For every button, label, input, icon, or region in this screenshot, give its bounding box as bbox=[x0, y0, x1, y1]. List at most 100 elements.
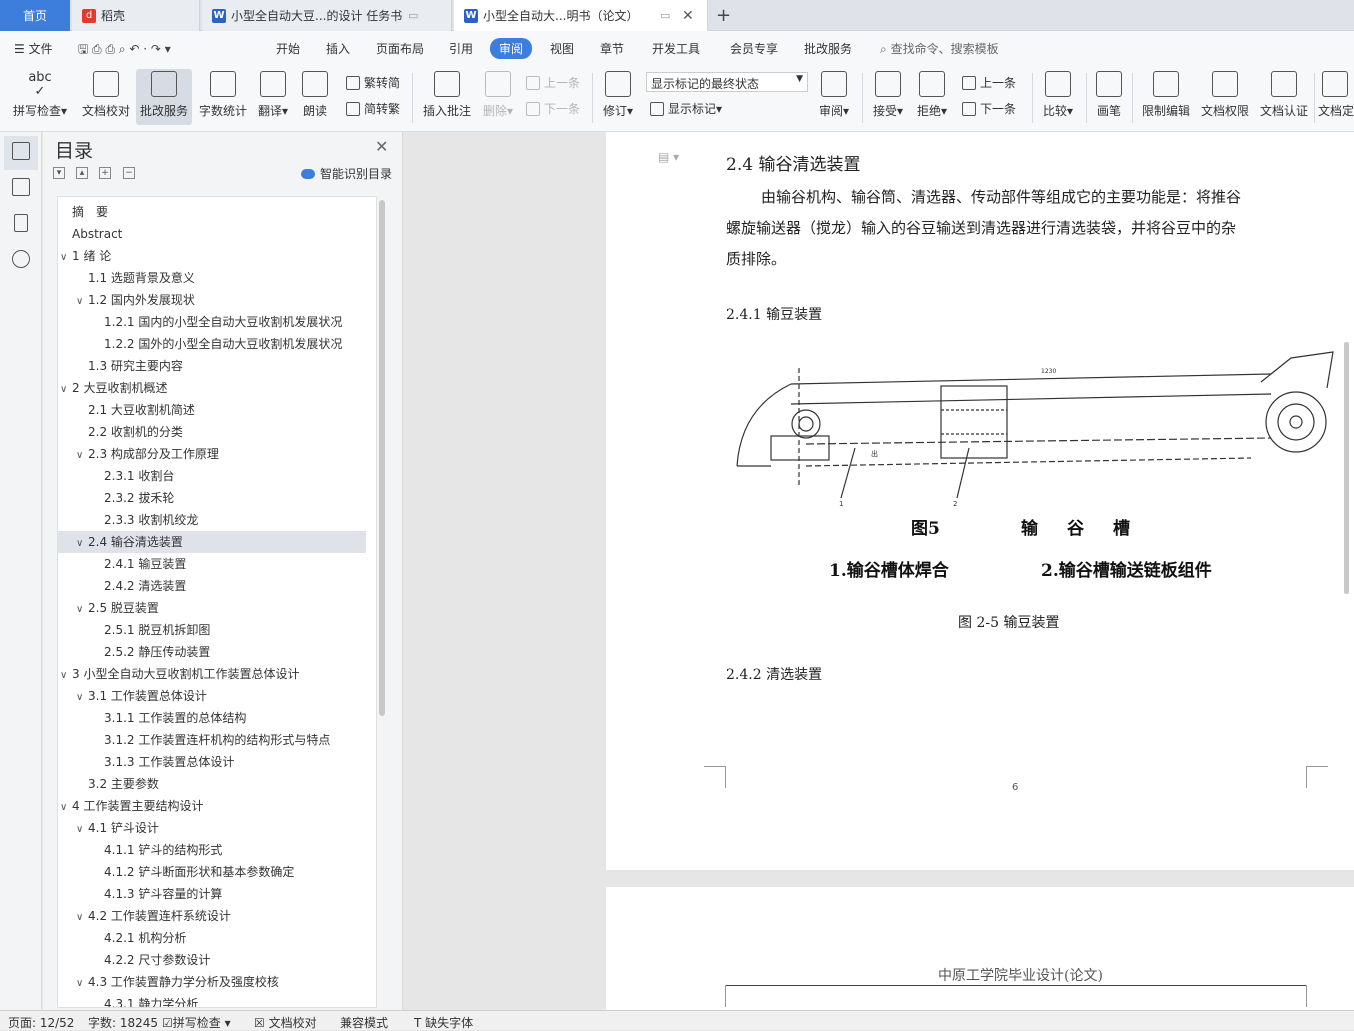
spell-check-toggle[interactable]: ☑拼写检查 ▾ bbox=[162, 1014, 231, 1031]
toc-item[interactable]: ∨ 3.1 工作装置总体设计 bbox=[76, 685, 207, 707]
menu-layout[interactable]: 页面布局 bbox=[376, 40, 424, 57]
accept-button[interactable]: 接受▾ bbox=[870, 71, 906, 119]
tab-close-icon[interactable]: ✕ bbox=[682, 8, 694, 24]
toc-item[interactable]: 2.1 大豆收割机简述 bbox=[88, 399, 195, 421]
toc-item[interactable]: 摘 要 bbox=[72, 201, 108, 223]
doc-proof-button[interactable]: 文档校对 bbox=[78, 71, 134, 119]
quick-access-icons[interactable]: 🖫 ⎙ ⎙ ⌕ ↶ · ↷ ▾ bbox=[78, 40, 171, 61]
remove-level-icon[interactable]: − bbox=[123, 167, 135, 179]
toc-item[interactable]: ∨ 4 工作装置主要结构设计 bbox=[60, 795, 203, 817]
toc-item[interactable]: 1.2.1 国内的小型全自动大豆收割机发展状况 bbox=[104, 311, 342, 333]
next-comment-button[interactable]: 下一条 bbox=[526, 100, 580, 117]
toc-item[interactable]: 3.1.2 工作装置连杆机构的结构形式与特点 bbox=[104, 729, 330, 751]
menu-correction[interactable]: 批改服务 bbox=[804, 40, 852, 57]
command-search[interactable]: ⌕ 查找命令、搜索模板 bbox=[880, 40, 999, 57]
toc-item[interactable]: ∨ 2.4 输谷清选装置 bbox=[58, 531, 366, 553]
smart-toc-button[interactable]: 智能识别目录 bbox=[301, 165, 392, 182]
toc-icon[interactable] bbox=[12, 142, 30, 160]
toc-item[interactable]: 3.1.1 工作装置的总体结构 bbox=[104, 707, 246, 729]
prev-change-button[interactable]: 上一条 bbox=[962, 74, 1016, 91]
new-tab-button[interactable]: + bbox=[716, 0, 731, 31]
menu-insert[interactable]: 插入 bbox=[326, 40, 350, 57]
close-icon[interactable]: ✕ bbox=[375, 137, 388, 156]
toc-item[interactable]: ∨ 2.3 构成部分及工作原理 bbox=[76, 443, 219, 465]
toc-item[interactable]: ∨ 4.2 工作装置连杆系统设计 bbox=[76, 905, 231, 927]
markup-state-select[interactable]: 显示标记的最终状态 ▼ bbox=[646, 72, 808, 92]
insert-comment-button[interactable]: 插入批注 bbox=[422, 71, 472, 119]
prev-comment-button[interactable]: 上一条 bbox=[526, 74, 580, 91]
chevron-down-icon[interactable]: ∨ bbox=[60, 797, 72, 819]
page-indicator[interactable]: 页面: 12/52 bbox=[8, 1014, 74, 1031]
toc-item[interactable]: 4.2.1 机构分析 bbox=[104, 927, 186, 949]
translate-button[interactable]: 翻译▾ bbox=[255, 71, 291, 119]
restrict-edit-button[interactable]: 限制编辑 bbox=[1140, 71, 1192, 119]
add-level-icon[interactable]: + bbox=[99, 167, 111, 179]
bookmark-icon[interactable] bbox=[14, 214, 28, 232]
toc-item[interactable]: 3.2 主要参数 bbox=[88, 773, 159, 795]
toc-item[interactable]: 4.2.2 尺寸参数设计 bbox=[104, 949, 210, 971]
toc-item[interactable]: ∨ 1 绪 论 bbox=[60, 245, 111, 267]
spell-check-button[interactable]: abc ✓ 拼写检查▾ bbox=[10, 71, 70, 119]
menu-view[interactable]: 视图 bbox=[550, 40, 574, 57]
toc-scrollbar[interactable] bbox=[379, 200, 385, 716]
doc-scrollbar[interactable] bbox=[1344, 342, 1349, 594]
delete-comment-button[interactable]: 删除▾ bbox=[480, 71, 516, 119]
chevron-down-icon[interactable]: ∨ bbox=[76, 445, 88, 467]
expand-up-icon[interactable]: ▴ bbox=[76, 167, 88, 179]
toc-item[interactable]: 1.1 选题背景及意义 bbox=[88, 267, 195, 289]
chevron-down-icon[interactable]: ∨ bbox=[60, 665, 72, 687]
toc-item[interactable]: 2.2 收割机的分类 bbox=[88, 421, 183, 443]
menu-references[interactable]: 引用 bbox=[449, 40, 473, 57]
simp-to-trad-button[interactable]: 简转繁 bbox=[346, 100, 400, 117]
menu-chapter[interactable]: 章节 bbox=[600, 40, 624, 57]
toc-item[interactable]: 2.3.3 收割机绞龙 bbox=[104, 509, 198, 531]
collapse-all-icon[interactable]: ▾ bbox=[53, 167, 65, 179]
pen-button[interactable]: 画笔 bbox=[1094, 71, 1124, 119]
toc-item[interactable]: ∨ 2 大豆收割机概述 bbox=[60, 377, 167, 399]
toc-item[interactable]: Abstract bbox=[72, 223, 122, 245]
toc-item[interactable]: 2.4.1 输豆装置 bbox=[104, 553, 186, 575]
review-pane-button[interactable]: 审阅▾ bbox=[816, 71, 852, 119]
toc-item[interactable]: 4.3.1 静力学分析 bbox=[104, 993, 198, 1007]
toc-item[interactable]: 4.1.2 铲斗断面形状和基本参数确定 bbox=[104, 861, 294, 883]
toc-item[interactable]: 2.3.1 收割台 bbox=[104, 465, 174, 487]
read-aloud-button[interactable]: 朗读 bbox=[300, 71, 330, 119]
track-changes-button[interactable]: 修订▾ bbox=[600, 71, 636, 119]
doc-finalize-button[interactable]: 文档定 bbox=[1318, 71, 1354, 119]
toc-item[interactable]: ∨ 4.1 铲斗设计 bbox=[76, 817, 159, 839]
word-count-button[interactable]: 字数统计 bbox=[197, 71, 249, 119]
toc-item[interactable]: 2.5.1 脱豆机拆卸图 bbox=[104, 619, 210, 641]
menu-member[interactable]: 会员专享 bbox=[730, 40, 778, 57]
missing-font-button[interactable]: T 缺失字体 bbox=[414, 1014, 473, 1031]
toc-item[interactable]: 1.2.2 国外的小型全自动大豆收割机发展状况 bbox=[104, 333, 342, 355]
chevron-down-icon[interactable]: ∨ bbox=[76, 973, 88, 995]
outline-icon[interactable] bbox=[12, 178, 30, 196]
toc-item[interactable]: ∨ 4.3 工作装置静力学分析及强度校核 bbox=[76, 971, 279, 993]
chevron-down-icon[interactable]: ∨ bbox=[76, 533, 88, 555]
toc-item[interactable]: 2.5.2 静压传动装置 bbox=[104, 641, 210, 663]
doc-permission-button[interactable]: 文档权限 bbox=[1199, 71, 1251, 119]
toc-item[interactable]: 4.1.3 铲斗容量的计算 bbox=[104, 883, 222, 905]
toc-item[interactable]: 2.3.2 拔禾轮 bbox=[104, 487, 174, 509]
toc-item[interactable]: 2.4.2 清选装置 bbox=[104, 575, 186, 597]
file-menu[interactable]: ☰ 文件 bbox=[14, 40, 53, 57]
chevron-down-icon[interactable]: ∨ bbox=[60, 247, 72, 269]
comment-icon[interactable]: ▤ ▾ bbox=[658, 150, 679, 164]
chevron-down-icon[interactable]: ∨ bbox=[60, 379, 72, 401]
show-markup-button[interactable]: 显示标记 ▾ bbox=[650, 100, 722, 117]
toc-item[interactable]: ∨ 2.5 脱豆装置 bbox=[76, 597, 159, 619]
review-service-button[interactable]: 批改服务 bbox=[136, 69, 192, 125]
trad-to-simp-button[interactable]: 繁转简 bbox=[346, 74, 400, 91]
doc-proof-toggle[interactable]: ☒ 文档校对 bbox=[254, 1014, 317, 1031]
reject-button[interactable]: 拒绝▾ bbox=[914, 71, 950, 119]
chevron-down-icon[interactable]: ∨ bbox=[76, 687, 88, 709]
word-count-indicator[interactable]: 字数: 18245 bbox=[88, 1014, 158, 1031]
toc-item[interactable]: 3.1.3 工作装置总体设计 bbox=[104, 751, 234, 773]
chevron-down-icon[interactable]: ∨ bbox=[76, 599, 88, 621]
chevron-down-icon[interactable]: ∨ bbox=[76, 819, 88, 841]
toc-item[interactable]: ∨ 3 小型全自动大豆收割机工作装置总体设计 bbox=[60, 663, 299, 685]
tab-task-doc[interactable]: W 小型全自动大豆...的设计 任务书 ▭ bbox=[202, 0, 452, 31]
chevron-down-icon[interactable]: ∨ bbox=[76, 907, 88, 929]
toc-item[interactable]: ∨ 1.2 国内外发展现状 bbox=[76, 289, 195, 311]
chevron-down-icon[interactable]: ∨ bbox=[76, 291, 88, 313]
